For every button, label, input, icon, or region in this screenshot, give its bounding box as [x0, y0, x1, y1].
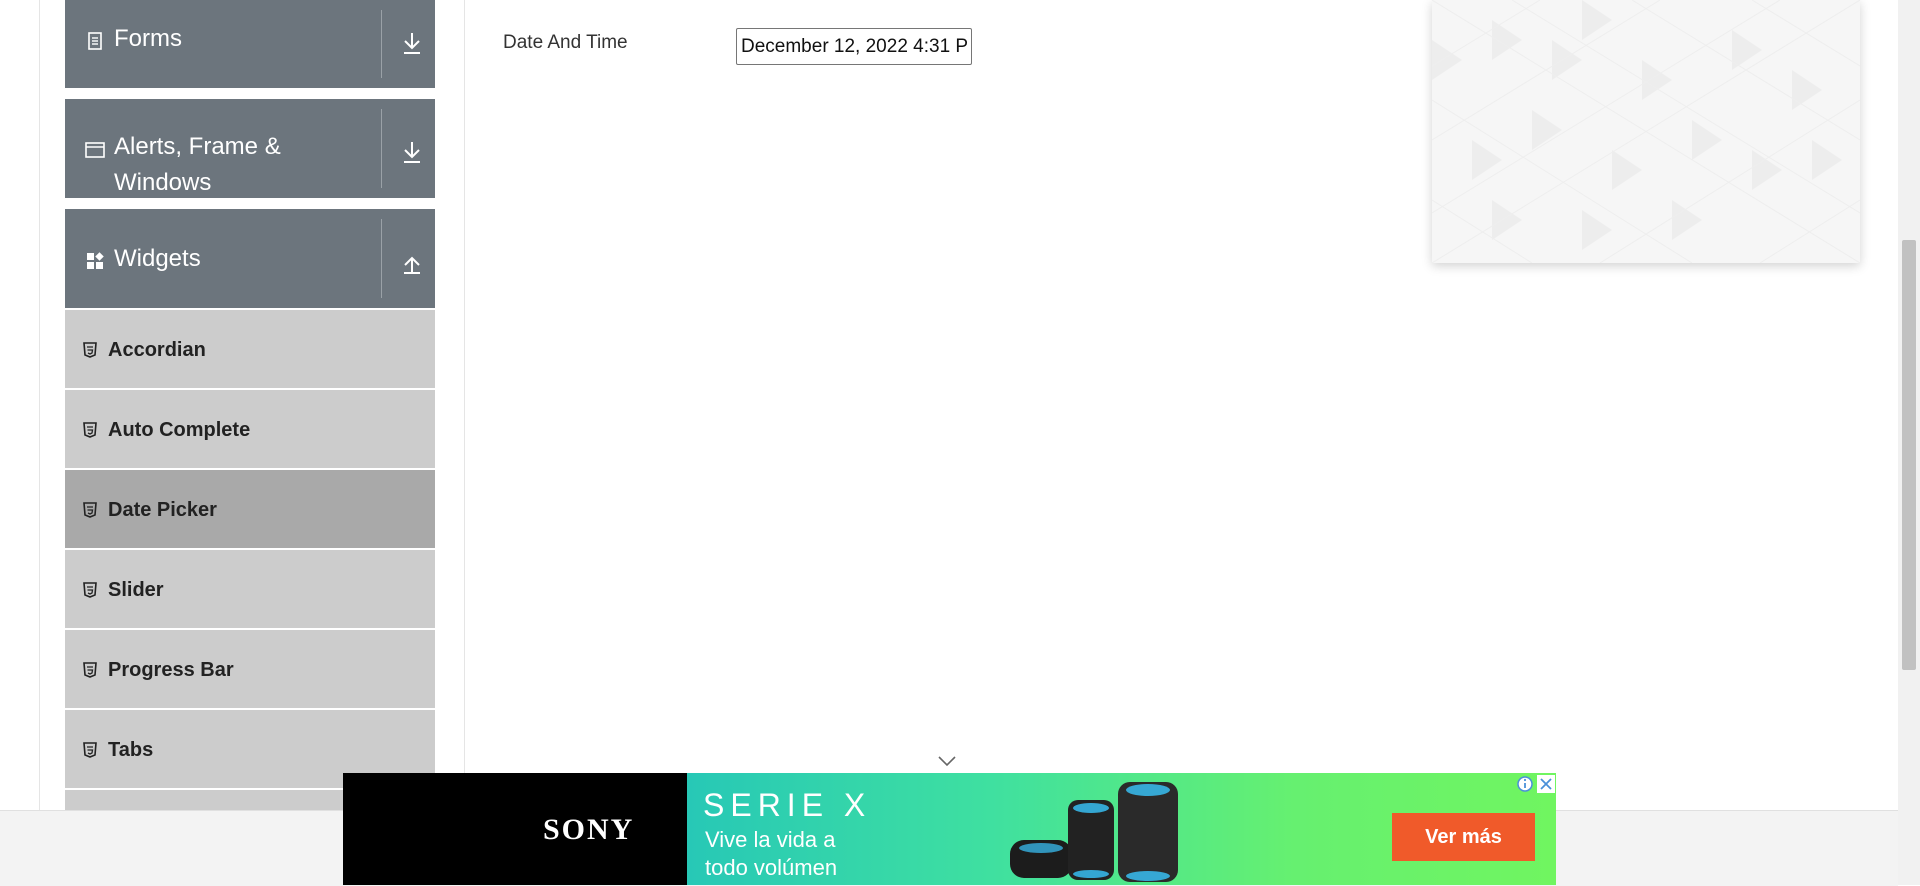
- sidebar-item-label: Tabs: [108, 739, 154, 761]
- group-separator: [381, 10, 382, 78]
- page-gutter-line: [39, 0, 40, 810]
- html5-icon: [83, 742, 97, 758]
- speaker-product-image: [1010, 782, 1178, 882]
- window-icon: [85, 142, 105, 158]
- html5-icon: [83, 662, 97, 678]
- sidebar-item-accordian[interactable]: Accordian: [65, 310, 435, 389]
- sidebar-item-slider[interactable]: Slider: [65, 550, 435, 629]
- geometric-pattern-icon: [1432, 0, 1860, 263]
- html5-icon: [83, 342, 97, 358]
- sidebar-group-label: Forms: [114, 25, 182, 52]
- ad-tagline: Vive la vida a todo volúmen: [705, 826, 905, 882]
- sidebar-item-progress-bar[interactable]: Progress Bar: [65, 630, 435, 709]
- sidebar-group-forms[interactable]: Forms: [65, 0, 435, 88]
- ad-tagline-line1: Vive la vida a: [705, 827, 836, 852]
- close-icon[interactable]: [1537, 775, 1555, 793]
- sidebar-item-label: Slider: [108, 579, 164, 601]
- ad-banner[interactable]: SONY SERIE X Vive la vida a todo volúmen…: [343, 773, 1556, 885]
- download-arrow-icon[interactable]: [401, 30, 423, 56]
- chevron-down-icon[interactable]: [937, 755, 957, 767]
- group-separator: [381, 219, 382, 298]
- decorative-card: [1432, 0, 1860, 263]
- sidebar-group-label: Widgets: [114, 245, 201, 272]
- ad-series-title: SERIE X: [703, 787, 872, 823]
- download-arrow-icon[interactable]: [401, 139, 423, 165]
- sidebar-item-label: Date Picker: [108, 499, 217, 521]
- sidebar-group-label-line2: Windows: [114, 169, 212, 196]
- html5-icon: [83, 582, 97, 598]
- upload-arrow-icon[interactable]: [401, 250, 423, 276]
- sidebar-item-label: Progress Bar: [108, 659, 234, 681]
- scrollbar-thumb[interactable]: [1902, 240, 1916, 670]
- date-time-label: Date And Time: [503, 32, 628, 53]
- sidebar: Forms Alerts, Frame & Windows Widgets Ac…: [65, 0, 435, 810]
- date-time-input[interactable]: [736, 28, 972, 65]
- ad-brand-panel: [343, 773, 687, 885]
- ad-tagline-line2: todo volúmen: [705, 855, 838, 880]
- content-divider: [464, 0, 465, 810]
- html5-icon: [83, 502, 97, 518]
- ad-brand: SONY: [543, 813, 635, 846]
- sidebar-item-label: Accordian: [108, 339, 206, 361]
- sidebar-item-date-picker[interactable]: Date Picker: [65, 470, 435, 549]
- sidebar-group-alerts-frame-windows[interactable]: Alerts, Frame & Windows: [65, 99, 435, 198]
- info-icon[interactable]: [1516, 775, 1534, 793]
- widgets-icon: [87, 252, 104, 269]
- sidebar-item-auto-complete[interactable]: Auto Complete: [65, 390, 435, 469]
- group-separator: [381, 109, 382, 188]
- sidebar-group-widgets[interactable]: Widgets: [65, 209, 435, 308]
- ad-cta-button[interactable]: Ver más: [1392, 813, 1535, 861]
- document-icon: [88, 32, 102, 50]
- html5-icon: [83, 422, 97, 438]
- sidebar-group-label-line1: Alerts, Frame &: [114, 133, 281, 160]
- sidebar-item-label: Auto Complete: [108, 419, 251, 441]
